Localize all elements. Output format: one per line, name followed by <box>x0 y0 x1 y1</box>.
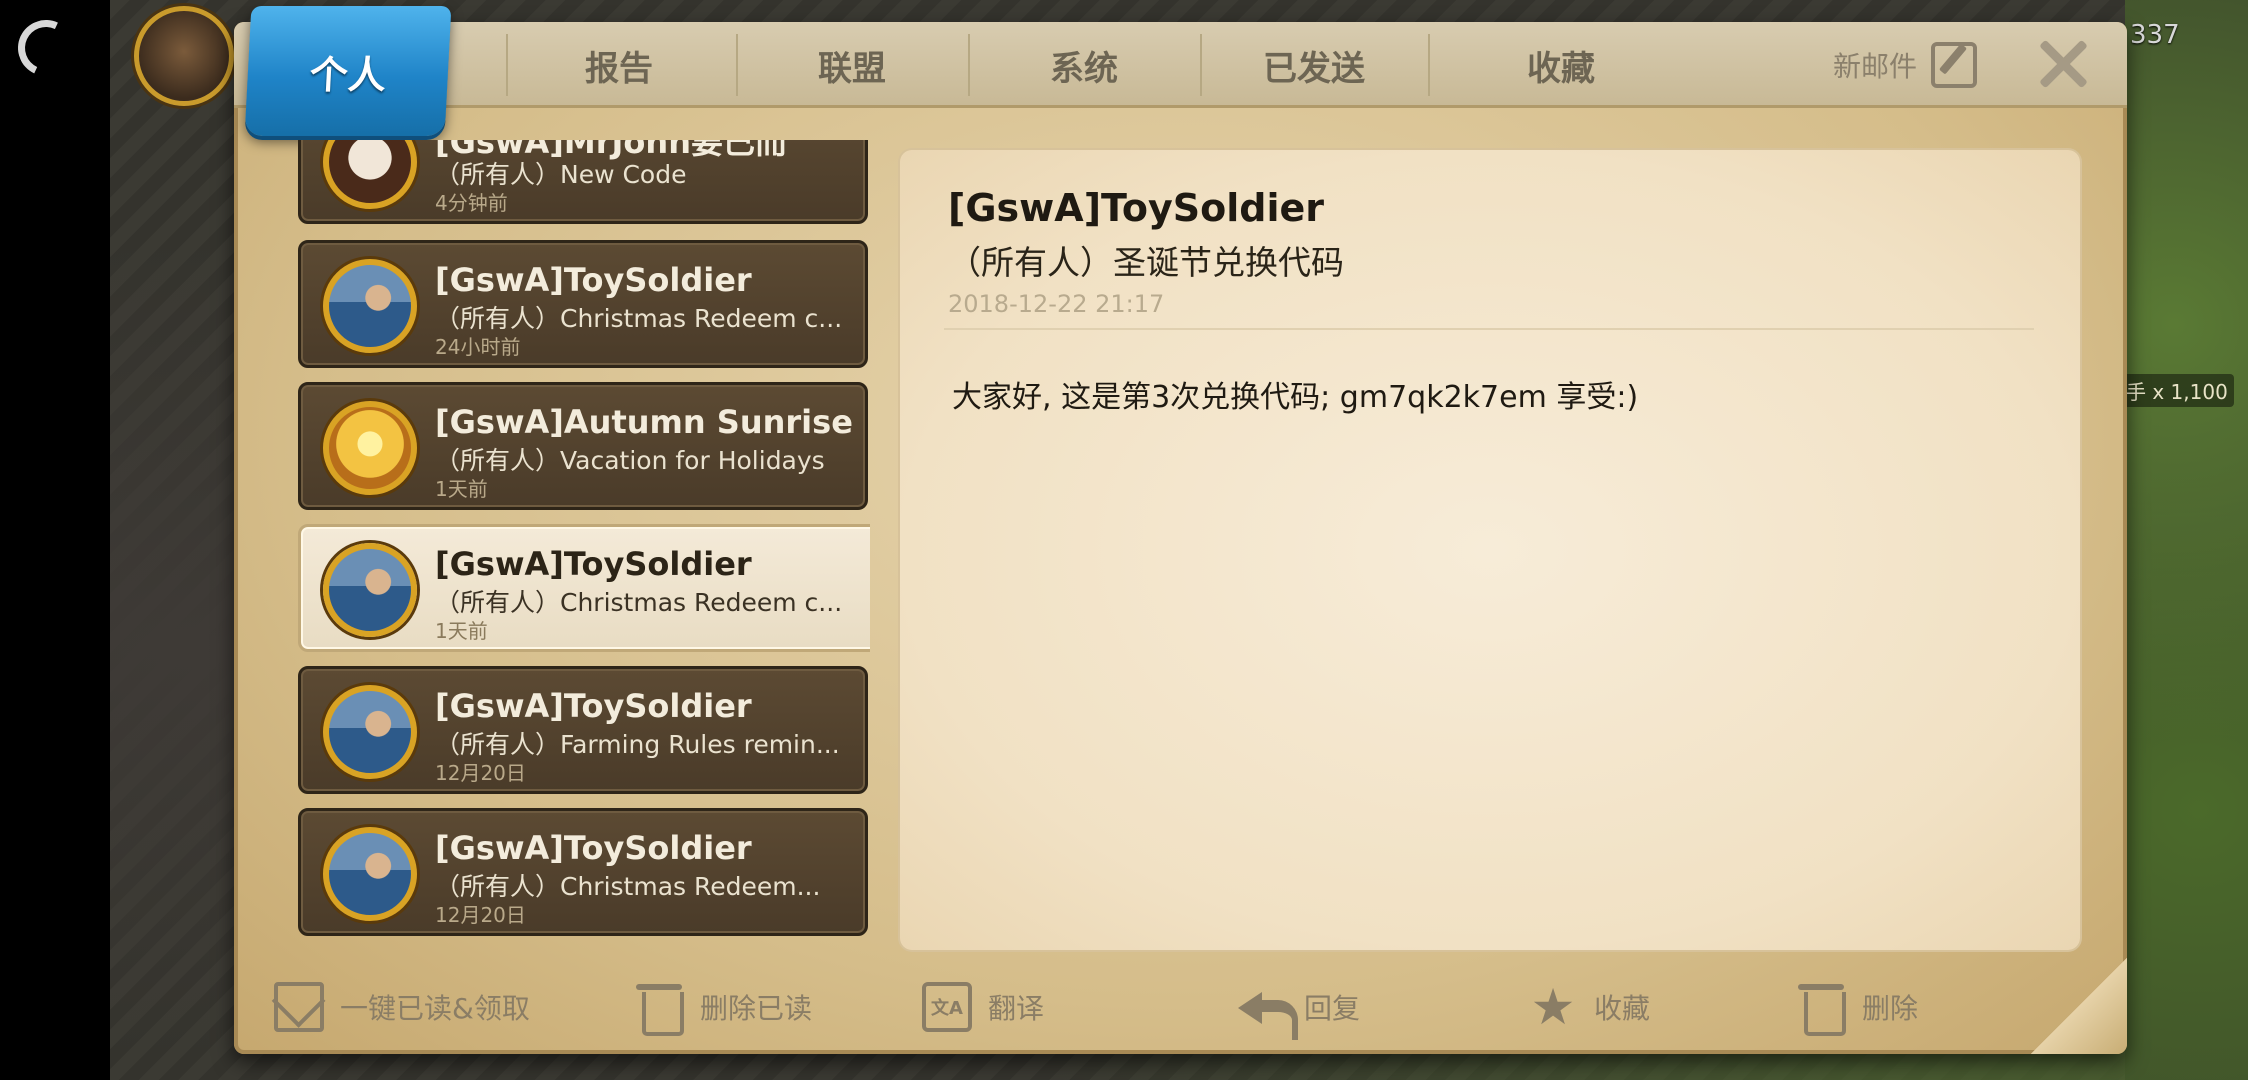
read-all-label: 一键已读&领取 <box>340 992 530 1025</box>
mail-time: 4分钟前 <box>435 191 508 215</box>
sender-avatar <box>323 685 417 779</box>
detail-date: 2018-12-22 21:17 <box>948 290 1165 318</box>
sender-avatar <box>323 140 417 209</box>
mail-sender: [GswA]ToySoldier <box>435 261 752 299</box>
trash-icon <box>1796 982 1846 1036</box>
player-avatar[interactable] <box>134 6 234 106</box>
mail-subject: （所有人）Christmas Redeem c... <box>435 588 843 617</box>
mail-time: 1天前 <box>435 619 488 643</box>
troop-count: 手 x 1,100 <box>2120 374 2234 407</box>
tab-divider <box>506 34 508 96</box>
delete-button[interactable]: 删除 <box>1796 962 1918 1052</box>
translate-icon: 文A <box>922 982 972 1032</box>
favorite-button[interactable]: ★ 收藏 <box>1528 962 1650 1052</box>
mail-subject: （所有人）Christmas Redeem c... <box>435 304 843 333</box>
sender-avatar <box>323 543 417 637</box>
game-world-edge <box>2125 0 2248 1080</box>
mail-subject: （所有人）Christmas Redeem... <box>435 872 821 901</box>
mail-subject: （所有人）Vacation for Holidays <box>435 446 825 475</box>
mail-time: 24小时前 <box>435 335 521 359</box>
reply-label: 回复 <box>1304 992 1361 1025</box>
close-icon[interactable] <box>2035 36 2091 92</box>
delete-label: 删除 <box>1862 992 1919 1025</box>
tab-bar: 报告 联盟 系统 已发送 收藏 新邮件 <box>234 22 2127 108</box>
mail-sender: [GswA]Autumn Sunrise <box>435 403 853 441</box>
mail-time: 12月20日 <box>435 761 526 785</box>
bottom-toolbar: 一键已读&领取 删除已读 文A 翻译 回复 ★ 收藏 删除 <box>234 962 2127 1052</box>
read-all-button[interactable]: 一键已读&领取 <box>274 962 530 1052</box>
sender-avatar <box>323 401 417 495</box>
trash-icon <box>634 982 684 1036</box>
mail-panel: 报告 联盟 系统 已发送 收藏 新邮件 个人 [GswA]MrJohn要已而 （… <box>234 6 2127 1054</box>
tab-personal[interactable]: 个人 <box>244 6 452 136</box>
mail-sender: [GswA]ToySoldier <box>435 829 752 867</box>
mail-list-item-selected[interactable]: [GswA]ToySoldier （所有人）Christmas Redeem c… <box>298 524 870 652</box>
mail-sender: [GswA]ToySoldier <box>435 687 752 725</box>
mail-list-item[interactable]: [GswA]MrJohn要已而 （所有人）New Code 4分钟前 <box>298 140 868 224</box>
detail-divider <box>944 328 2034 330</box>
favorite-label: 收藏 <box>1594 992 1651 1025</box>
tab-favorites[interactable]: 收藏 <box>1428 22 1694 108</box>
new-mail-label: 新邮件 <box>1832 50 1917 83</box>
sender-avatar <box>323 259 417 353</box>
mail-subject: （所有人）New Code <box>435 160 687 189</box>
compose-icon <box>1931 42 1977 88</box>
reply-arrow-icon <box>1238 982 1298 1040</box>
delete-read-label: 删除已读 <box>700 992 813 1025</box>
envelope-check-icon <box>274 982 324 1032</box>
mail-list-item[interactable]: [GswA]ToySoldier （所有人）Farming Rules remi… <box>298 666 868 794</box>
delete-read-button[interactable]: 删除已读 <box>634 962 812 1052</box>
mail-detail: [GswA]ToySoldier （所有人）圣诞节兑换代码 2018-12-22… <box>900 150 2080 950</box>
mail-list-item[interactable]: [GswA]ToySoldier （所有人）Christmas Redeem c… <box>298 240 868 368</box>
sender-avatar <box>323 827 417 921</box>
mail-list[interactable]: [GswA]MrJohn要已而 （所有人）New Code 4分钟前 [GswA… <box>298 140 870 970</box>
back-gesture-icon[interactable] <box>10 12 82 84</box>
detail-body: 大家好, 这是第3次兑换代码; gm7qk2k7em 享受:) <box>952 380 1639 415</box>
new-mail-button[interactable]: 新邮件 <box>1833 22 1977 108</box>
translate-button[interactable]: 文A 翻译 <box>922 962 1044 1052</box>
detail-subject: （所有人）圣诞节兑换代码 <box>948 243 1344 282</box>
left-system-bar <box>0 0 110 1080</box>
tab-sent[interactable]: 已发送 <box>1200 22 1428 108</box>
detail-sender: [GswA]ToySoldier <box>948 186 1325 230</box>
resource-count: 337 <box>2130 20 2180 50</box>
tab-alliance[interactable]: 联盟 <box>736 22 968 108</box>
mail-time: 1天前 <box>435 477 488 501</box>
translate-label: 翻译 <box>988 992 1045 1025</box>
tab-system[interactable]: 系统 <box>968 22 1200 108</box>
star-icon: ★ <box>1530 978 1576 1036</box>
tab-report[interactable]: 报告 <box>504 22 734 108</box>
paper-curl <box>2031 958 2127 1054</box>
mail-sender: [GswA]ToySoldier <box>435 545 752 583</box>
mail-subject: （所有人）Farming Rules remin... <box>435 730 840 759</box>
mail-list-item[interactable]: [GswA]ToySoldier （所有人）Christmas Redeem..… <box>298 808 868 936</box>
mail-list-item[interactable]: [GswA]Autumn Sunrise （所有人）Vacation for H… <box>298 382 868 510</box>
mail-time: 12月20日 <box>435 903 526 927</box>
reply-button[interactable]: 回复 <box>1238 962 1360 1052</box>
